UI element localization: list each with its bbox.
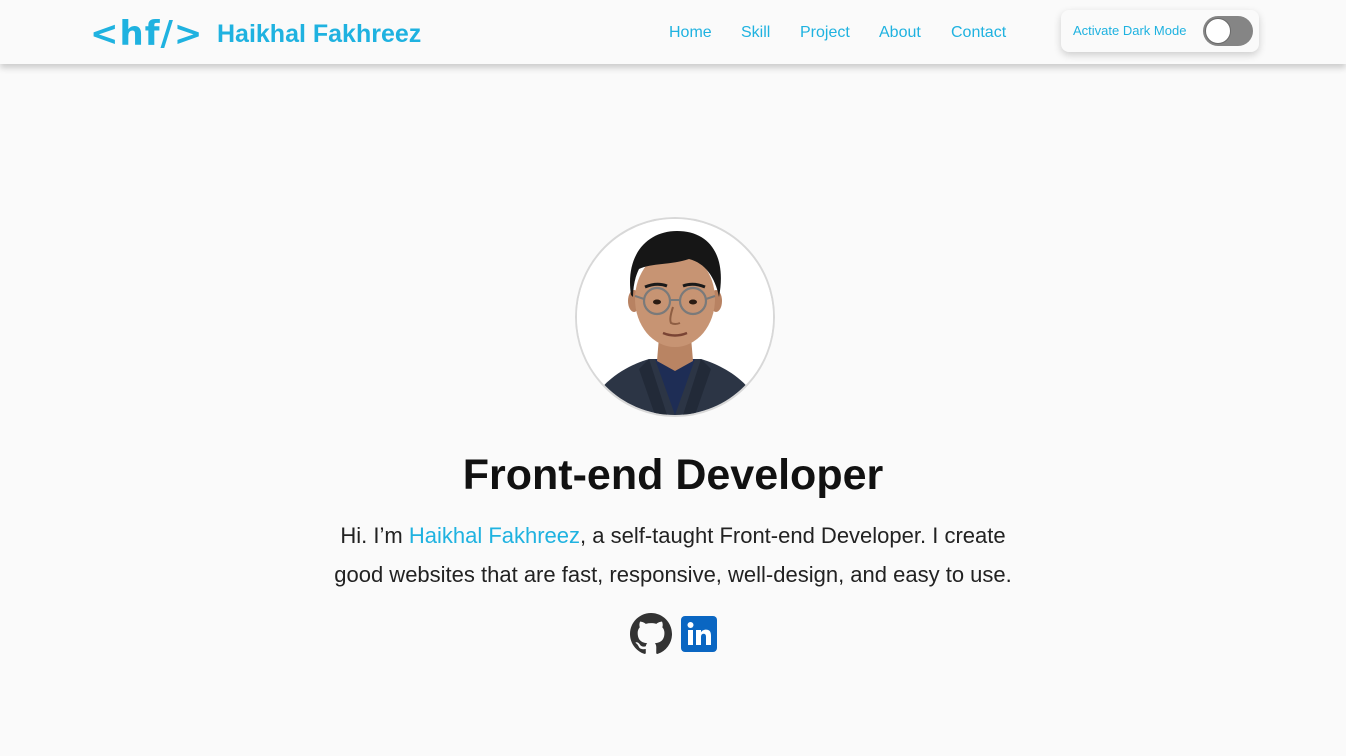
dark-mode-toggle[interactable] — [1203, 16, 1253, 46]
github-icon — [630, 613, 672, 654]
profile-photo — [577, 219, 773, 415]
nav-link-about[interactable]: About — [879, 22, 921, 44]
nav-link-skill[interactable]: Skill — [741, 22, 770, 44]
bio-text: Hi. I’m Haikhal Fakhreez, a self-taught … — [300, 516, 1046, 594]
dark-mode-control: Activate Dark Mode — [1061, 10, 1259, 52]
bio-line2: good websites that are fast, responsive,… — [334, 562, 1012, 587]
nav-link-project[interactable]: Project — [800, 22, 850, 44]
page-title: Front-end Developer — [462, 451, 884, 499]
dark-mode-label: Activate Dark Mode — [1073, 23, 1187, 38]
nav-link-home[interactable]: Home — [669, 22, 712, 44]
bio-line1-rest: , a self-taught Front-end Developer. I c… — [580, 523, 1006, 548]
nav-link-contact[interactable]: Contact — [951, 22, 1006, 44]
brand-name[interactable]: Haikhal Fakhreez — [217, 17, 421, 51]
dark-mode-toggle-knob — [1205, 18, 1231, 44]
github-link[interactable] — [630, 613, 672, 660]
bio-prefix: Hi. I’m — [340, 523, 409, 548]
bio-name-highlight: Haikhal Fakhreez — [408, 523, 581, 548]
linkedin-link[interactable] — [681, 616, 717, 657]
navbar: <hf/> Haikhal Fakhreez Home Skill Projec… — [0, 0, 1346, 64]
avatar — [575, 217, 775, 417]
linkedin-icon — [681, 616, 717, 652]
logo-mark[interactable]: <hf/> — [90, 12, 203, 56]
